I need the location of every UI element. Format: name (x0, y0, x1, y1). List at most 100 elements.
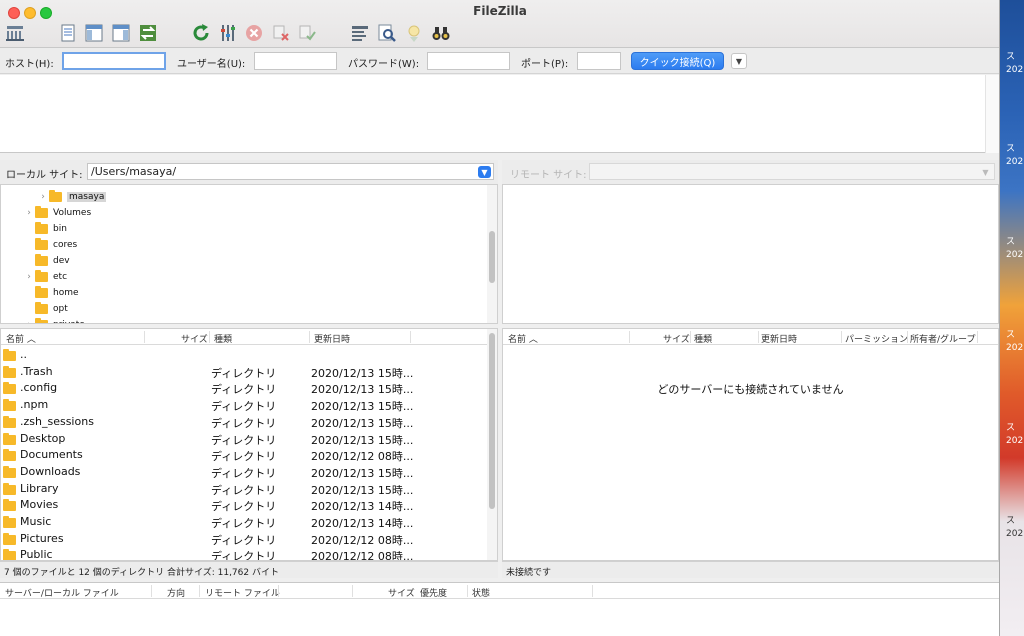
queue-column-status[interactable]: 状態 (472, 586, 490, 599)
column-divider[interactable] (758, 331, 759, 343)
file-row[interactable]: Library ディレクトリ 2020/12/13 15時... (1, 481, 486, 498)
chevron-right-icon[interactable]: › (23, 320, 35, 323)
column-owner-header[interactable]: 所有者/グループ (910, 332, 976, 345)
file-row[interactable]: Music ディレクトリ 2020/12/13 14時... (1, 514, 486, 531)
column-permission-header[interactable]: パーミッション (845, 332, 908, 345)
file-row[interactable]: .. (1, 347, 486, 364)
username-input[interactable] (254, 52, 337, 70)
column-type-header[interactable]: 種類 (214, 332, 232, 345)
file-row[interactable]: Movies ディレクトリ 2020/12/13 14時... (1, 497, 486, 514)
column-divider[interactable] (977, 331, 978, 343)
sync-browse-icon[interactable] (403, 22, 425, 44)
column-divider[interactable] (352, 585, 353, 597)
file-row[interactable]: Downloads ディレクトリ 2020/12/13 15時... (1, 464, 486, 481)
column-divider[interactable] (690, 331, 691, 343)
local-tree-scrollbar[interactable] (487, 185, 497, 323)
sort-ascending-icon: ︿ (528, 335, 538, 345)
column-divider[interactable] (199, 585, 200, 597)
queue-column-direction[interactable]: 方向 (167, 586, 185, 599)
transfer-queue-icon[interactable] (137, 22, 159, 44)
chevron-down-icon[interactable]: ▼ (979, 166, 992, 178)
remote-directory-tree[interactable] (502, 184, 999, 324)
column-name-header[interactable]: 名前 ︿ (508, 332, 538, 345)
remote-path-combo[interactable]: ▼ (589, 163, 995, 180)
column-modified-header[interactable]: 更新日時 (761, 332, 797, 345)
local-path-combo[interactable]: /Users/masaya/ ▼ (87, 163, 494, 180)
queue-column-remote[interactable]: リモート ファイル (205, 586, 280, 599)
tree-item-label: private (53, 320, 85, 323)
search-files-icon[interactable] (376, 22, 398, 44)
local-directory-tree[interactable]: › masaya › Volumes bin cores dev › etc h… (0, 184, 498, 324)
cancel-icon[interactable] (243, 22, 265, 44)
column-type-header[interactable]: 種類 (694, 332, 712, 345)
remote-tree-icon[interactable] (110, 22, 132, 44)
tree-item[interactable]: dev (23, 253, 70, 269)
quickconnect-bar: ホスト(H): ユーザー名(U): パスワード(W): ポート(P): クイック… (0, 48, 999, 74)
tree-item[interactable]: › etc (23, 269, 67, 285)
port-input[interactable] (577, 52, 621, 70)
remote-file-list[interactable]: 名前 ︿ サイズ 種類 更新日時 パーミッション 所有者/グループ どのサーバー… (502, 328, 999, 561)
column-divider[interactable] (629, 331, 630, 343)
column-divider[interactable] (467, 585, 468, 597)
binoculars-icon[interactable] (430, 22, 452, 44)
local-list-scrollbar[interactable] (487, 329, 497, 560)
tree-item[interactable]: › private (23, 317, 85, 323)
column-divider[interactable] (907, 331, 908, 343)
file-row[interactable]: .zsh_sessions ディレクトリ 2020/12/13 15時... (1, 414, 486, 431)
host-input[interactable] (62, 52, 166, 70)
chevron-right-icon[interactable]: › (23, 208, 35, 218)
local-tree-icon[interactable] (83, 22, 105, 44)
chevron-right-icon[interactable]: › (23, 272, 35, 282)
column-divider[interactable] (151, 585, 152, 597)
column-name-header[interactable]: 名前 ︿ (6, 332, 36, 345)
message-log-scrollbar[interactable] (985, 75, 999, 153)
tree-item[interactable]: opt (23, 301, 68, 317)
transfer-queue[interactable]: サーバー/ローカル ファイル 方向 リモート ファイル サイズ 優先度 状態 (0, 582, 999, 636)
tree-item[interactable]: › masaya (37, 189, 107, 205)
column-size-header[interactable]: サイズ (181, 332, 208, 345)
file-type: ディレクトリ (211, 366, 277, 380)
password-input[interactable] (427, 52, 510, 70)
message-log[interactable] (0, 75, 999, 153)
file-row[interactable]: .config ディレクトリ 2020/12/13 15時... (1, 380, 486, 397)
chevron-right-icon[interactable]: › (37, 192, 49, 202)
tree-item[interactable]: cores (23, 237, 77, 253)
file-row[interactable]: Pictures ディレクトリ 2020/12/12 08時... (1, 531, 486, 548)
chevron-down-icon[interactable]: ▼ (478, 166, 491, 178)
compare-dirs-icon[interactable] (349, 22, 371, 44)
tree-item[interactable]: bin (23, 221, 67, 237)
file-row[interactable]: Public ディレクトリ 2020/12/12 08時... (1, 547, 486, 560)
site-manager-icon[interactable] (4, 22, 26, 44)
scrollbar-thumb[interactable] (489, 231, 495, 283)
file-row[interactable]: Documents ディレクトリ 2020/12/12 08時... (1, 447, 486, 464)
local-file-list[interactable]: 名前 ︿ サイズ 種類 更新日時 .. .Trash ディレクトリ 2020/12/1… (0, 328, 498, 561)
file-row[interactable]: .npm ディレクトリ 2020/12/13 15時... (1, 397, 486, 414)
message-log-icon[interactable] (57, 22, 79, 44)
queue-column-size[interactable]: サイズ (388, 586, 415, 599)
scrollbar-thumb[interactable] (489, 333, 495, 509)
column-divider[interactable] (209, 331, 210, 343)
column-divider[interactable] (278, 585, 279, 597)
queue-column-server[interactable]: サーバー/ローカル ファイル (5, 586, 119, 599)
folder-icon (35, 206, 48, 218)
column-divider[interactable] (309, 331, 310, 343)
refresh-icon[interactable] (190, 22, 212, 44)
local-list-header: 名前 ︿ サイズ 種類 更新日時 (1, 329, 497, 345)
reconnect-icon[interactable] (296, 22, 318, 44)
tree-item[interactable]: › Volumes (23, 205, 91, 221)
quickconnect-button[interactable]: クイック接続(Q) (631, 52, 724, 70)
file-row[interactable]: .Trash ディレクトリ 2020/12/13 15時... (1, 364, 486, 381)
disconnect-icon[interactable] (270, 22, 292, 44)
column-divider[interactable] (144, 331, 145, 343)
column-divider[interactable] (841, 331, 842, 343)
quickconnect-history-dropdown[interactable]: ▼ (731, 53, 747, 69)
column-modified-header[interactable]: 更新日時 (314, 332, 350, 345)
column-divider[interactable] (410, 331, 411, 343)
filter-icon[interactable] (217, 22, 239, 44)
queue-column-priority[interactable]: 優先度 (420, 586, 447, 599)
file-row[interactable]: Desktop ディレクトリ 2020/12/13 15時... (1, 431, 486, 448)
column-divider[interactable] (592, 585, 593, 597)
column-size-header[interactable]: サイズ (663, 332, 690, 345)
desktop-label: 202 (1006, 436, 1024, 446)
tree-item[interactable]: home (23, 285, 79, 301)
